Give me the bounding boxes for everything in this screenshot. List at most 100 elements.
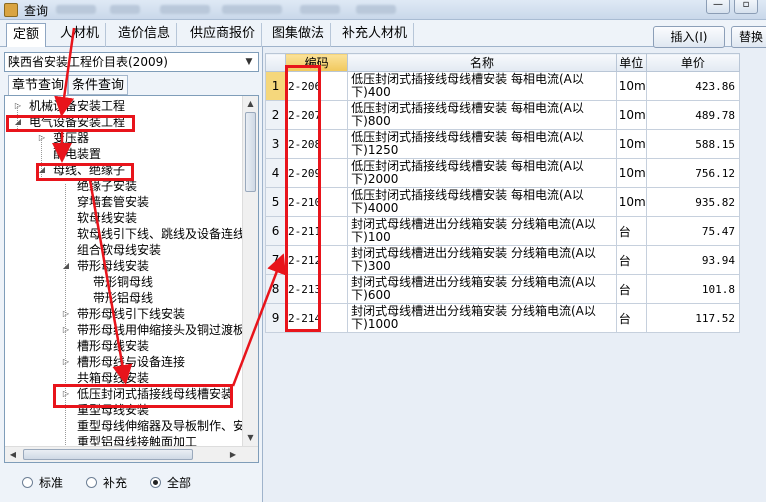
scroll-right-icon[interactable]: ▶ xyxy=(225,447,241,462)
row-number: 9 xyxy=(264,303,287,333)
tree-item[interactable]: 槽形母线与设备连接 xyxy=(77,354,185,370)
tree-item[interactable]: 带形母线引下线安装 xyxy=(77,306,185,322)
tab-chapter-query[interactable]: 章节查询 xyxy=(8,75,69,95)
radio-all[interactable]: 全部 xyxy=(150,475,191,491)
cell-name[interactable]: 低压封闭式插接线母线槽安装 每相电流(A以下)4000 xyxy=(347,187,617,217)
tree-item[interactable]: 穿墙套管安装 xyxy=(77,194,149,210)
tree-item[interactable]: 带形母线安装 xyxy=(77,258,149,274)
radio-circle-icon[interactable] xyxy=(86,477,97,488)
cell-name[interactable]: 封闭式母线槽进出分线箱安装 分线箱电流(A以下)300 xyxy=(347,245,617,275)
collapse-icon[interactable]: ◢ xyxy=(61,258,71,274)
tree-item[interactable]: 组合软母线安装 xyxy=(77,242,161,258)
column-header-unit[interactable]: 单位 xyxy=(615,53,647,72)
tree-item[interactable]: 重型母线伸缩器及导板制作、安 xyxy=(77,418,245,434)
cell-unit[interactable]: 10m xyxy=(615,100,647,130)
tab-quota[interactable]: 定额 xyxy=(6,23,47,47)
row-number: 3 xyxy=(264,129,287,159)
cell-name[interactable]: 低压封闭式插接线母线槽安装 每相电流(A以下)800 xyxy=(347,100,617,130)
cell-price[interactable]: 93.94 xyxy=(645,245,741,275)
table-row[interactable]: 2 2-207 低压封闭式插接线母线槽安装 每相电流(A以下)800 10m 4… xyxy=(264,100,741,130)
table-header-row: 编码 名称 单位 单价 xyxy=(264,53,741,72)
cell-unit[interactable]: 10m xyxy=(615,129,647,159)
cell-price[interactable]: 75.47 xyxy=(645,216,741,246)
tab-supplement-material[interactable]: 补充人材机 xyxy=(336,23,415,47)
cell-unit[interactable]: 10m xyxy=(615,71,647,101)
table-row[interactable]: 7 2-212 封闭式母线槽进出分线箱安装 分线箱电流(A以下)300 台 93… xyxy=(264,245,741,275)
highlight-box-busway xyxy=(53,384,233,408)
expand-icon[interactable]: ▷ xyxy=(61,322,71,338)
radio-circle-icon[interactable] xyxy=(22,477,33,488)
table-row[interactable]: 6 2-211 封闭式母线槽进出分线箱安装 分线箱电流(A以下)100 台 75… xyxy=(264,216,741,246)
cell-name[interactable]: 封闭式母线槽进出分线箱安装 分线箱电流(A以下)1000 xyxy=(347,303,617,333)
tab-atlas-method[interactable]: 图集做法 xyxy=(266,23,332,47)
app-icon xyxy=(4,3,18,17)
expand-icon[interactable]: ▷ xyxy=(61,306,71,322)
minimize-button[interactable]: — xyxy=(706,0,730,14)
radio-standard[interactable]: 标准 xyxy=(22,475,63,491)
tree-item-transformer[interactable]: 变压器 xyxy=(53,130,89,146)
cell-price[interactable]: 101.8 xyxy=(645,274,741,304)
tree-item-mechanical[interactable]: 机械设备安装工程 xyxy=(29,98,125,114)
cell-name[interactable]: 封闭式母线槽进出分线箱安装 分线箱电流(A以下)600 xyxy=(347,274,617,304)
cell-price[interactable]: 489.78 xyxy=(645,100,741,130)
cell-unit[interactable]: 台 xyxy=(615,245,647,275)
maximize-button[interactable]: ▫ xyxy=(734,0,758,14)
table-row[interactable]: 9 2-214 封闭式母线槽进出分线箱安装 分线箱电流(A以下)1000 台 1… xyxy=(264,303,741,333)
row-number: 4 xyxy=(264,158,287,188)
tree-horizontal-scrollbar[interactable]: ◀ ▶ xyxy=(5,446,258,462)
scroll-thumb[interactable] xyxy=(245,112,256,192)
scroll-left-icon[interactable]: ◀ xyxy=(5,447,21,462)
tab-condition-query[interactable]: 条件查询 xyxy=(68,75,129,95)
tab-bar: 定额 人材机 造价信息 供应商报价 图集做法 补充人材机 插入(I) 替换 xyxy=(0,20,766,48)
table-row[interactable]: 1 2-206 低压封闭式插接线母线槽安装 每相电流(A以下)400 10m 4… xyxy=(264,71,741,101)
cell-name[interactable]: 低压封闭式插接线母线槽安装 每相电流(A以下)1250 xyxy=(347,129,617,159)
insert-button[interactable]: 插入(I) xyxy=(653,26,725,48)
tree-item[interactable]: 带形母线用伸缩接头及铜过渡板 xyxy=(77,322,245,338)
window-title: 查询 xyxy=(24,4,49,18)
tab-cost-info[interactable]: 造价信息 xyxy=(112,23,178,47)
column-header-price[interactable]: 单价 xyxy=(645,53,741,72)
cell-name[interactable]: 低压封闭式插接线母线槽安装 每相电流(A以下)2000 xyxy=(347,158,617,188)
scroll-thumb[interactable] xyxy=(23,449,193,460)
cell-price[interactable]: 756.12 xyxy=(645,158,741,188)
tab-labor-material-machine[interactable]: 人材机 xyxy=(54,23,107,47)
table-row[interactable]: 3 2-208 低压封闭式插接线母线槽安装 每相电流(A以下)1250 10m … xyxy=(264,129,741,159)
chevron-down-icon[interactable]: ▼ xyxy=(242,54,256,70)
table-row[interactable]: 8 2-213 封闭式母线槽进出分线箱安装 分线箱电流(A以下)600 台 10… xyxy=(264,274,741,304)
radio-supplement[interactable]: 补充 xyxy=(86,475,127,491)
cell-price[interactable]: 588.15 xyxy=(645,129,741,159)
cell-unit[interactable]: 台 xyxy=(615,216,647,246)
tree-item[interactable]: 软母线安装 xyxy=(77,210,137,226)
cell-price[interactable]: 117.52 xyxy=(645,303,741,333)
blurred-text xyxy=(56,5,96,14)
tree-item-distribution[interactable]: 配电装置 xyxy=(53,146,101,162)
cell-price[interactable]: 935.82 xyxy=(645,187,741,217)
expand-icon[interactable]: ▷ xyxy=(13,98,23,114)
cell-price[interactable]: 423.86 xyxy=(645,71,741,101)
tree-item[interactable]: 带形铜母线 xyxy=(93,274,153,290)
scroll-down-icon[interactable]: ▼ xyxy=(243,430,258,446)
scroll-up-icon[interactable]: ▲ xyxy=(243,96,258,112)
tree-vertical-scrollbar[interactable]: ▲ ▼ xyxy=(242,96,258,446)
cell-unit[interactable]: 10m xyxy=(615,158,647,188)
library-select-value: 陕西省安装工程价目表(2009) xyxy=(8,55,168,69)
row-number: 5 xyxy=(264,187,287,217)
radio-checked-icon[interactable] xyxy=(150,477,161,488)
tab-supplier-quote[interactable]: 供应商报价 xyxy=(184,23,263,47)
expand-icon[interactable]: ▷ xyxy=(61,354,71,370)
library-select[interactable]: 陕西省安装工程价目表(2009) ▼ xyxy=(4,52,259,72)
blurred-text xyxy=(356,5,396,14)
replace-button[interactable]: 替换 xyxy=(731,26,766,48)
cell-unit[interactable]: 10m xyxy=(615,187,647,217)
cell-name[interactable]: 封闭式母线槽进出分线箱安装 分线箱电流(A以下)100 xyxy=(347,216,617,246)
tree-item[interactable]: 软母线引下线、跳线及设备连线 xyxy=(77,226,245,242)
tree-item[interactable]: 带形铝母线 xyxy=(93,290,153,306)
tree-item[interactable]: 槽形母线安装 xyxy=(77,338,149,354)
cell-name[interactable]: 低压封闭式插接线母线槽安装 每相电流(A以下)400 xyxy=(347,71,617,101)
cell-unit[interactable]: 台 xyxy=(615,274,647,304)
table-row[interactable]: 5 2-210 低压封闭式插接线母线槽安装 每相电流(A以下)4000 10m … xyxy=(264,187,741,217)
expand-icon[interactable]: ▷ xyxy=(37,130,47,146)
table-row[interactable]: 4 2-209 低压封闭式插接线母线槽安装 每相电流(A以下)2000 10m … xyxy=(264,158,741,188)
cell-unit[interactable]: 台 xyxy=(615,303,647,333)
column-header-name[interactable]: 名称 xyxy=(347,53,617,72)
